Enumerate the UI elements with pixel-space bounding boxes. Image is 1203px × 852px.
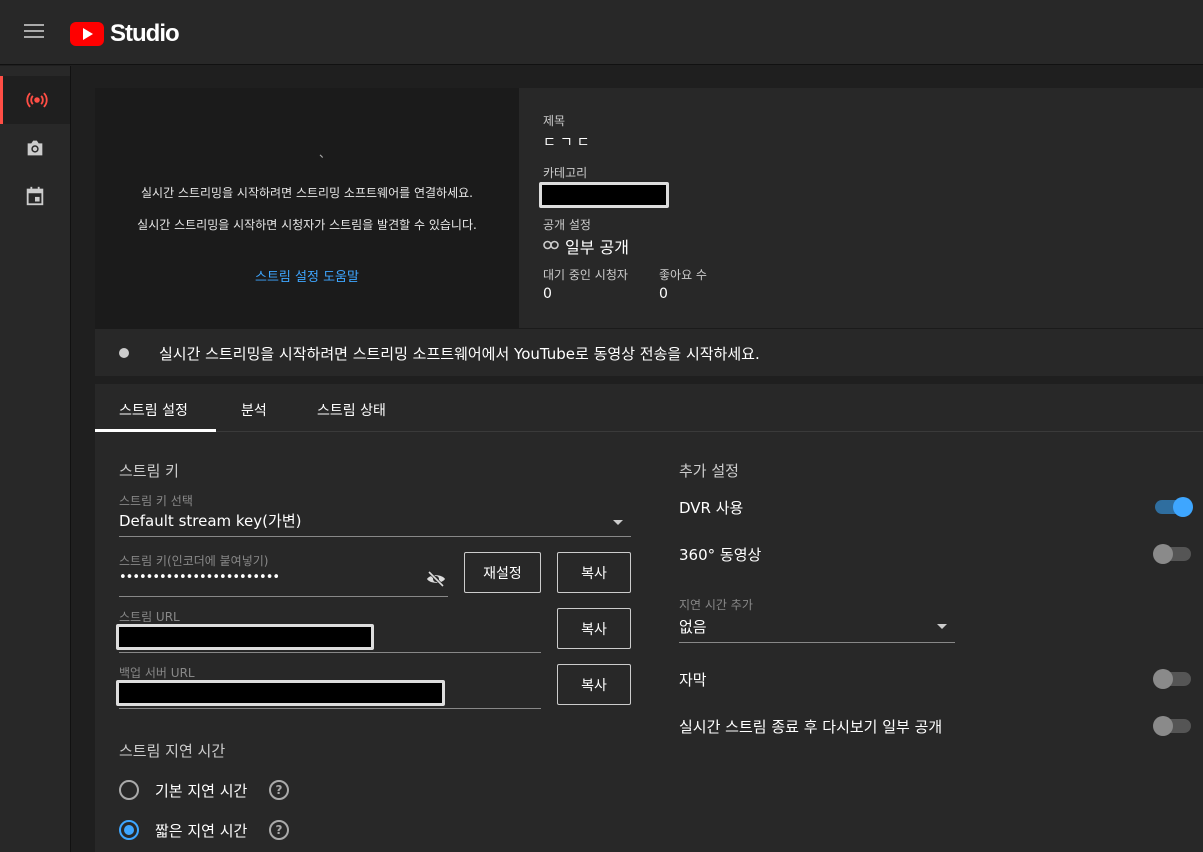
latency-title: 스트림 지연 시간 <box>119 742 226 760</box>
stream-key-select[interactable]: Default stream key(가변) <box>119 510 301 531</box>
backup-underline <box>119 708 541 709</box>
copy-key-button[interactable]: 복사 <box>557 552 631 593</box>
stream-setup-help-link[interactable]: 스트림 설정 도움말 <box>95 266 519 285</box>
stream-url-redacted <box>116 624 374 650</box>
select-underline <box>119 536 631 537</box>
waiting-viewers-value: 0 <box>543 286 552 302</box>
delay-select[interactable]: 없음 <box>679 616 707 637</box>
chevron-down-icon[interactable] <box>937 624 947 629</box>
vr360-label: 360° 동영상 <box>679 546 762 564</box>
stream-key-select-label: 스트림 키 선택 <box>119 494 193 508</box>
preview-spinner: 、 <box>319 146 332 160</box>
menu-icon[interactable] <box>24 24 44 40</box>
replay-label: 실시간 스트림 종료 후 다시보기 일부 공개 <box>679 718 943 736</box>
delay-underline <box>679 642 955 643</box>
delay-label: 지연 시간 추가 <box>679 598 753 612</box>
stream-key-input[interactable]: •••••••••••••••••••••••• <box>119 570 280 585</box>
top-bar: Studio <box>0 0 1203 65</box>
sidebar-item-webcam[interactable] <box>0 124 70 172</box>
visibility-off-icon[interactable] <box>426 571 446 587</box>
visibility-value: 일부 공개 <box>565 238 629 257</box>
sidebar-item-live[interactable] <box>0 76 70 124</box>
broadcast-icon <box>25 92 48 108</box>
link-icon <box>543 240 559 250</box>
backup-url-label: 백업 서버 URL <box>119 666 195 680</box>
backup-url-redacted <box>116 680 445 706</box>
main-content: 、 실시간 스트리밍을 시작하려면 스트리밍 소프트웨어를 연결하세요. 실시간… <box>71 66 1203 852</box>
status-banner: 실시간 스트리밍을 시작하려면 스트리밍 소프트웨어에서 YouTube로 동영… <box>95 328 1203 376</box>
vr360-toggle[interactable] <box>1153 544 1191 564</box>
youtube-logo-icon <box>70 22 104 46</box>
preview-message-discover: 실시간 스트리밍을 시작하면 시청자가 스트림을 발견할 수 있습니다. <box>137 218 477 232</box>
active-tab-indicator <box>95 429 216 432</box>
dvr-toggle[interactable] <box>1155 497 1193 517</box>
stream-info-panel: 제목 ㄷㄱㄷ 카테고리 공개 설정 일부 공개 대기 중인 시청자 0 좋아요 … <box>519 88 1203 328</box>
latency-low-radio[interactable] <box>119 820 139 840</box>
additional-settings-title: 추가 설정 <box>679 462 739 480</box>
stream-url-label: 스트림 URL <box>119 610 180 624</box>
copy-backup-url-button[interactable]: 복사 <box>557 664 631 705</box>
sidebar-item-managed[interactable] <box>0 172 70 220</box>
logo-text: Studio <box>110 20 180 47</box>
replay-toggle[interactable] <box>1153 716 1191 736</box>
title-value: ㄷㄱㄷ <box>543 135 594 151</box>
latency-normal-label: 기본 지연 시간 <box>155 782 248 800</box>
status-banner-text: 실시간 스트리밍을 시작하려면 스트리밍 소프트웨어에서 YouTube로 동영… <box>159 345 760 363</box>
captions-label: 자막 <box>679 671 707 689</box>
status-dot <box>119 348 129 358</box>
url-underline <box>119 652 541 653</box>
preview-message-connect: 실시간 스트리밍을 시작하려면 스트리밍 소프트웨어를 연결하세요. <box>140 186 473 200</box>
captions-toggle[interactable] <box>1153 669 1191 689</box>
settings-panel: 스트림 설정 분석 스트림 상태 스트림 키 스트림 키 선택 Default … <box>95 384 1203 852</box>
tab-stream-health[interactable]: 스트림 상태 <box>317 400 386 420</box>
calendar-icon <box>26 186 44 206</box>
waiting-viewers-label: 대기 중인 시청자 <box>543 268 628 282</box>
chevron-down-icon[interactable] <box>613 520 623 525</box>
visibility-label: 공개 설정 <box>543 218 591 232</box>
latency-normal-radio[interactable] <box>119 780 139 800</box>
tab-analytics[interactable]: 분석 <box>241 400 267 420</box>
stream-key-label: 스트림 키(인코더에 붙여넣기) <box>119 554 269 568</box>
help-icon[interactable]: ? <box>269 820 289 840</box>
category-label: 카테고리 <box>543 166 588 180</box>
camera-icon <box>27 140 43 156</box>
latency-low-label: 짧은 지연 시간 <box>155 822 248 840</box>
title-label: 제목 <box>543 114 566 128</box>
dvr-label: DVR 사용 <box>679 499 744 517</box>
tab-bar: 스트림 설정 분석 스트림 상태 <box>95 384 1203 432</box>
stream-preview: 、 실시간 스트리밍을 시작하려면 스트리밍 소프트웨어를 연결하세요. 실시간… <box>95 88 519 328</box>
sidebar <box>0 66 71 852</box>
stream-key-title: 스트림 키 <box>119 462 179 480</box>
help-icon[interactable]: ? <box>269 780 289 800</box>
likes-value: 0 <box>659 286 668 302</box>
reset-button[interactable]: 재설정 <box>464 552 541 593</box>
tab-stream-settings[interactable]: 스트림 설정 <box>119 400 188 420</box>
studio-logo[interactable]: Studio <box>70 20 180 48</box>
copy-url-button[interactable]: 복사 <box>557 608 631 649</box>
key-underline <box>119 596 448 597</box>
likes-label: 좋아요 수 <box>659 268 707 282</box>
category-value-redacted <box>539 182 669 208</box>
